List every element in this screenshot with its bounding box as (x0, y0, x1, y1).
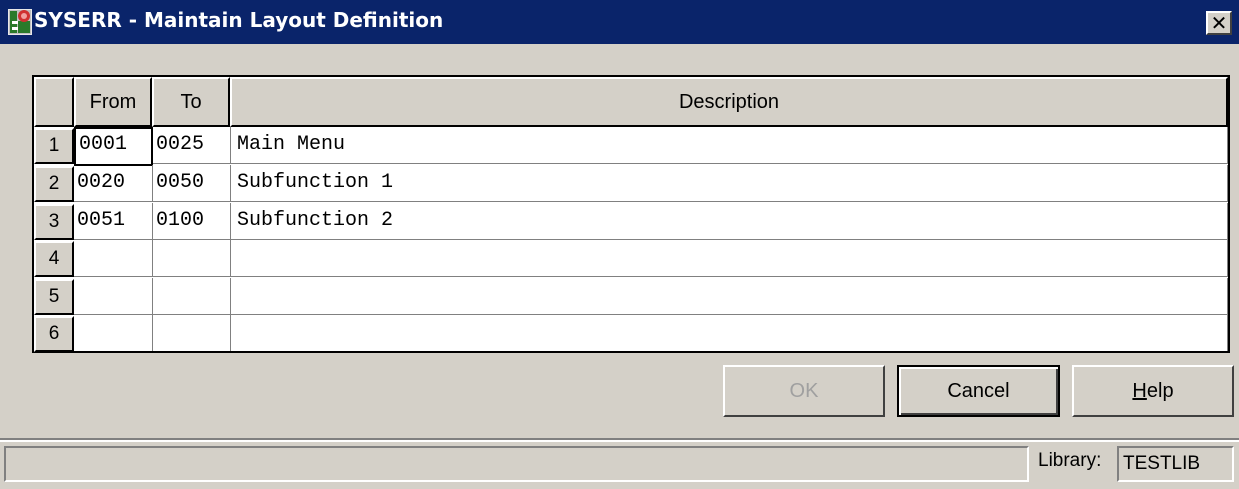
description-cell[interactable] (231, 240, 1228, 277)
to-cell[interactable] (153, 240, 231, 277)
row-header[interactable]: 5 (34, 279, 74, 315)
row-header[interactable]: 6 (34, 316, 74, 352)
natural-app-icon (8, 9, 32, 35)
from-cell[interactable]: 0001 (74, 127, 153, 166)
from-cell[interactable]: 0051 (74, 203, 153, 240)
description-cell[interactable] (231, 278, 1228, 315)
to-cell[interactable]: 0100 (153, 203, 231, 240)
to-cell[interactable] (153, 315, 231, 351)
help-button[interactable]: Help (1072, 365, 1234, 417)
description-cell[interactable]: Subfunction 2 (231, 203, 1228, 240)
status-separator (0, 438, 1239, 442)
to-cell[interactable]: 0025 (153, 127, 231, 164)
close-icon: ✕ (1210, 11, 1228, 35)
grid-corner-header (34, 77, 74, 127)
row-header[interactable]: 3 (34, 204, 74, 240)
description-cell[interactable]: Subfunction 1 (231, 165, 1228, 202)
from-cell[interactable] (74, 240, 153, 277)
help-label-rest: elp (1146, 380, 1174, 402)
from-cell[interactable] (74, 278, 153, 315)
to-cell[interactable] (153, 278, 231, 315)
library-value: TESTLIB (1117, 446, 1234, 482)
description-cell[interactable] (231, 315, 1228, 351)
row-header[interactable]: 1 (34, 128, 74, 164)
row-header[interactable]: 4 (34, 241, 74, 277)
ok-button[interactable]: OK (723, 365, 885, 417)
from-cell[interactable]: 0020 (74, 165, 153, 202)
column-header-from[interactable]: From (74, 77, 152, 127)
column-header-description[interactable]: Description (230, 77, 1228, 127)
to-cell[interactable]: 0050 (153, 165, 231, 202)
description-cell[interactable]: Main Menu (231, 127, 1228, 164)
help-mnemonic: H (1132, 380, 1147, 402)
column-header-to[interactable]: To (152, 77, 230, 127)
dialog-window: SYSERR - Maintain Layout Definition ✕ Fr… (0, 0, 1239, 489)
row-header[interactable]: 2 (34, 166, 74, 202)
from-cell[interactable] (74, 315, 153, 351)
status-bar-message (4, 446, 1029, 482)
close-button[interactable]: ✕ (1206, 11, 1232, 35)
library-label: Library: (1038, 450, 1102, 471)
window-title: SYSERR - Maintain Layout Definition (34, 8, 444, 32)
cancel-button[interactable]: Cancel (897, 365, 1060, 417)
layout-grid: From To Description 1 2 3 4 5 6 0001 002… (32, 75, 1230, 353)
title-bar: SYSERR - Maintain Layout Definition ✕ (0, 0, 1239, 44)
